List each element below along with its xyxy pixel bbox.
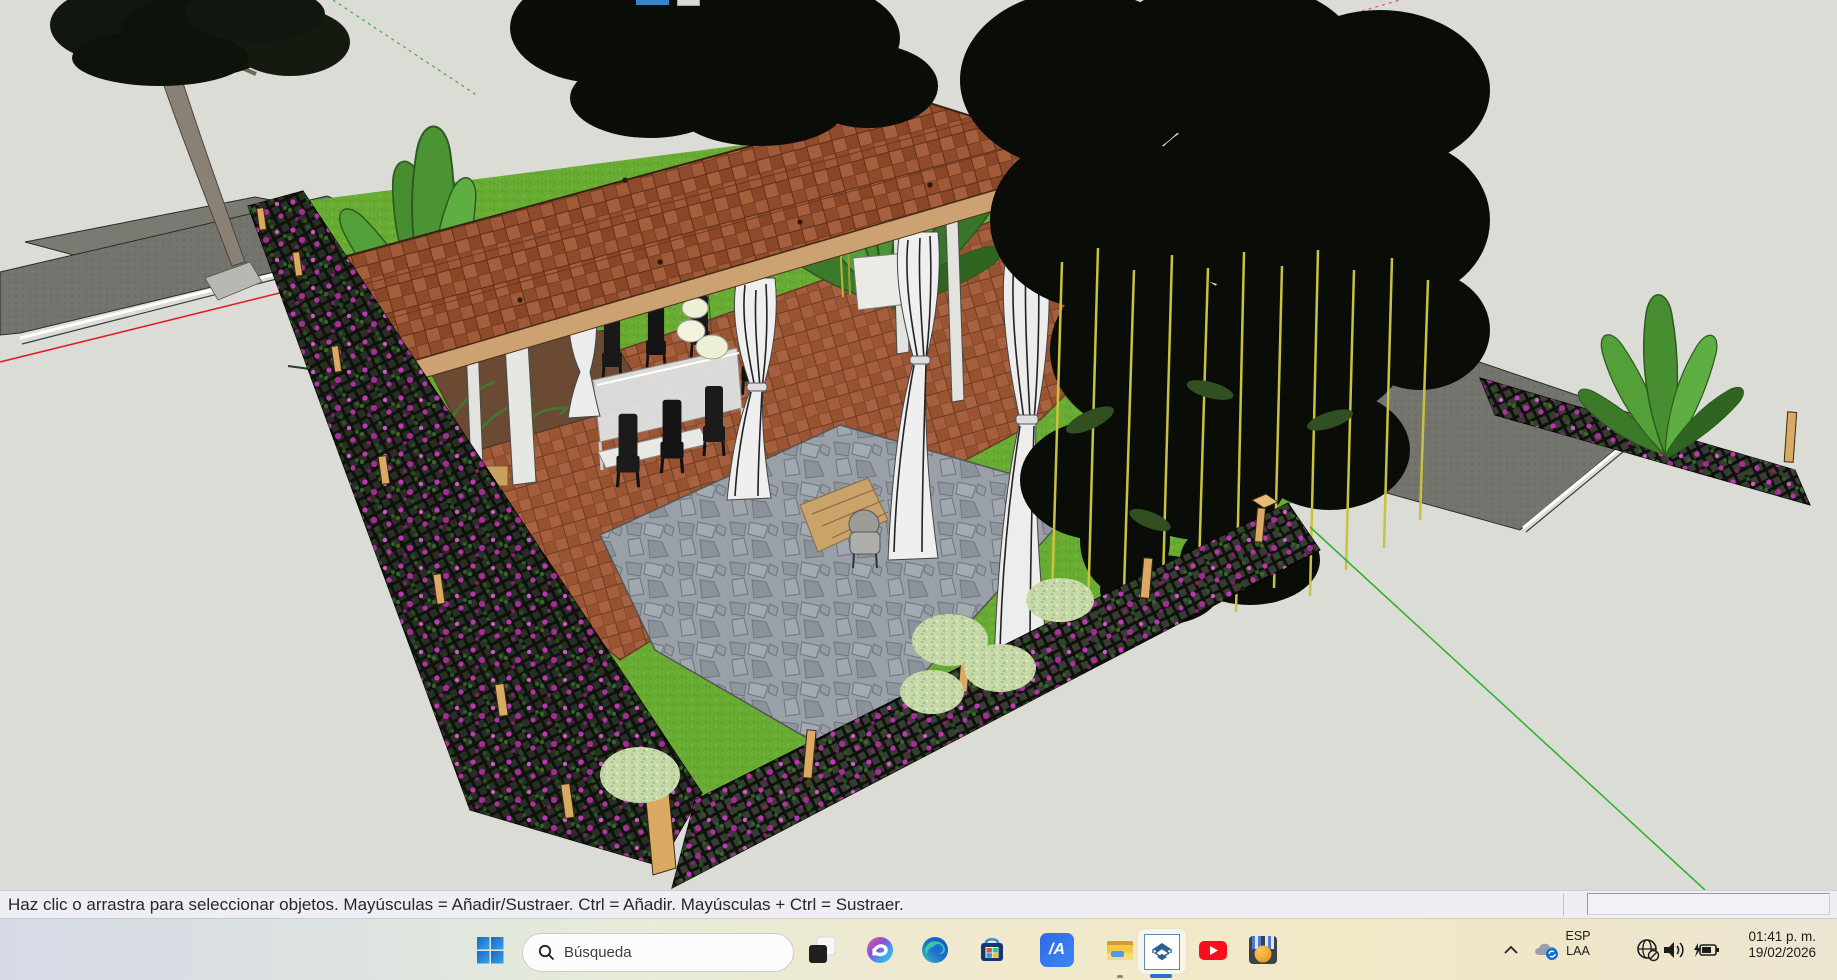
microsoft-store-button[interactable] [972, 928, 1012, 972]
speaker-icon [1661, 937, 1687, 963]
sketchup-icon [1144, 934, 1180, 970]
file-explorer-button[interactable] [1100, 928, 1140, 972]
game-app-icon [1246, 933, 1280, 967]
start-button[interactable] [470, 928, 510, 972]
measurements-box[interactable] [1587, 893, 1830, 915]
windows-taskbar: Búsqueda [0, 918, 1837, 980]
taskbar-clock[interactable]: 01:41 p. m. 19/02/2026 [1712, 929, 1816, 961]
search-placeholder: Búsqueda [564, 944, 632, 961]
task-view-button[interactable] [802, 928, 842, 972]
youtube-icon [1196, 933, 1230, 967]
model-canvas[interactable] [0, 0, 1837, 890]
clock-time: 01:41 p. m. [1712, 929, 1816, 945]
language-line1: ESP [1556, 929, 1600, 944]
clock-date: 19/02/2026 [1712, 945, 1816, 961]
language-line2: LAA [1556, 944, 1600, 959]
tray-chevron-button[interactable] [1495, 928, 1527, 972]
copilot-button[interactable] [860, 928, 900, 972]
edge-button[interactable] [915, 928, 955, 972]
copilot-icon [864, 934, 896, 966]
a-design-app-button[interactable]: /A [1037, 928, 1077, 972]
sketchup-active-indicator [1150, 974, 1172, 978]
file-explorer-icon [1103, 933, 1137, 967]
edge-icon [919, 934, 951, 966]
task-view-icon [806, 934, 838, 966]
status-divider [1563, 893, 1564, 916]
window-edge-fragment-gray [677, 0, 700, 6]
game-app-button[interactable] [1243, 928, 1283, 972]
microsoft-store-icon [976, 934, 1008, 966]
window-edge-fragment-blue [636, 0, 669, 5]
sketchup-button-active[interactable] [1137, 928, 1187, 975]
search-icon [538, 944, 555, 961]
search-input[interactable]: Búsqueda [522, 933, 794, 972]
volume-tray-button[interactable] [1657, 928, 1691, 972]
youtube-button[interactable] [1193, 928, 1233, 972]
windows-logo-icon [475, 935, 505, 965]
a-design-app-icon: /A [1040, 933, 1074, 967]
chevron-up-icon [1503, 945, 1519, 955]
desktop-screen: Haz clic o arrastra para seleccionar obj… [0, 0, 1837, 980]
tool-hint-text: Haz clic o arrastra para seleccionar obj… [8, 895, 904, 915]
status-bar: Haz clic o arrastra para seleccionar obj… [0, 890, 1837, 918]
sketchup-viewport[interactable] [0, 0, 1837, 890]
language-indicator[interactable]: ESP LAA [1556, 929, 1600, 959]
file-explorer-running-indicator [1117, 975, 1123, 978]
